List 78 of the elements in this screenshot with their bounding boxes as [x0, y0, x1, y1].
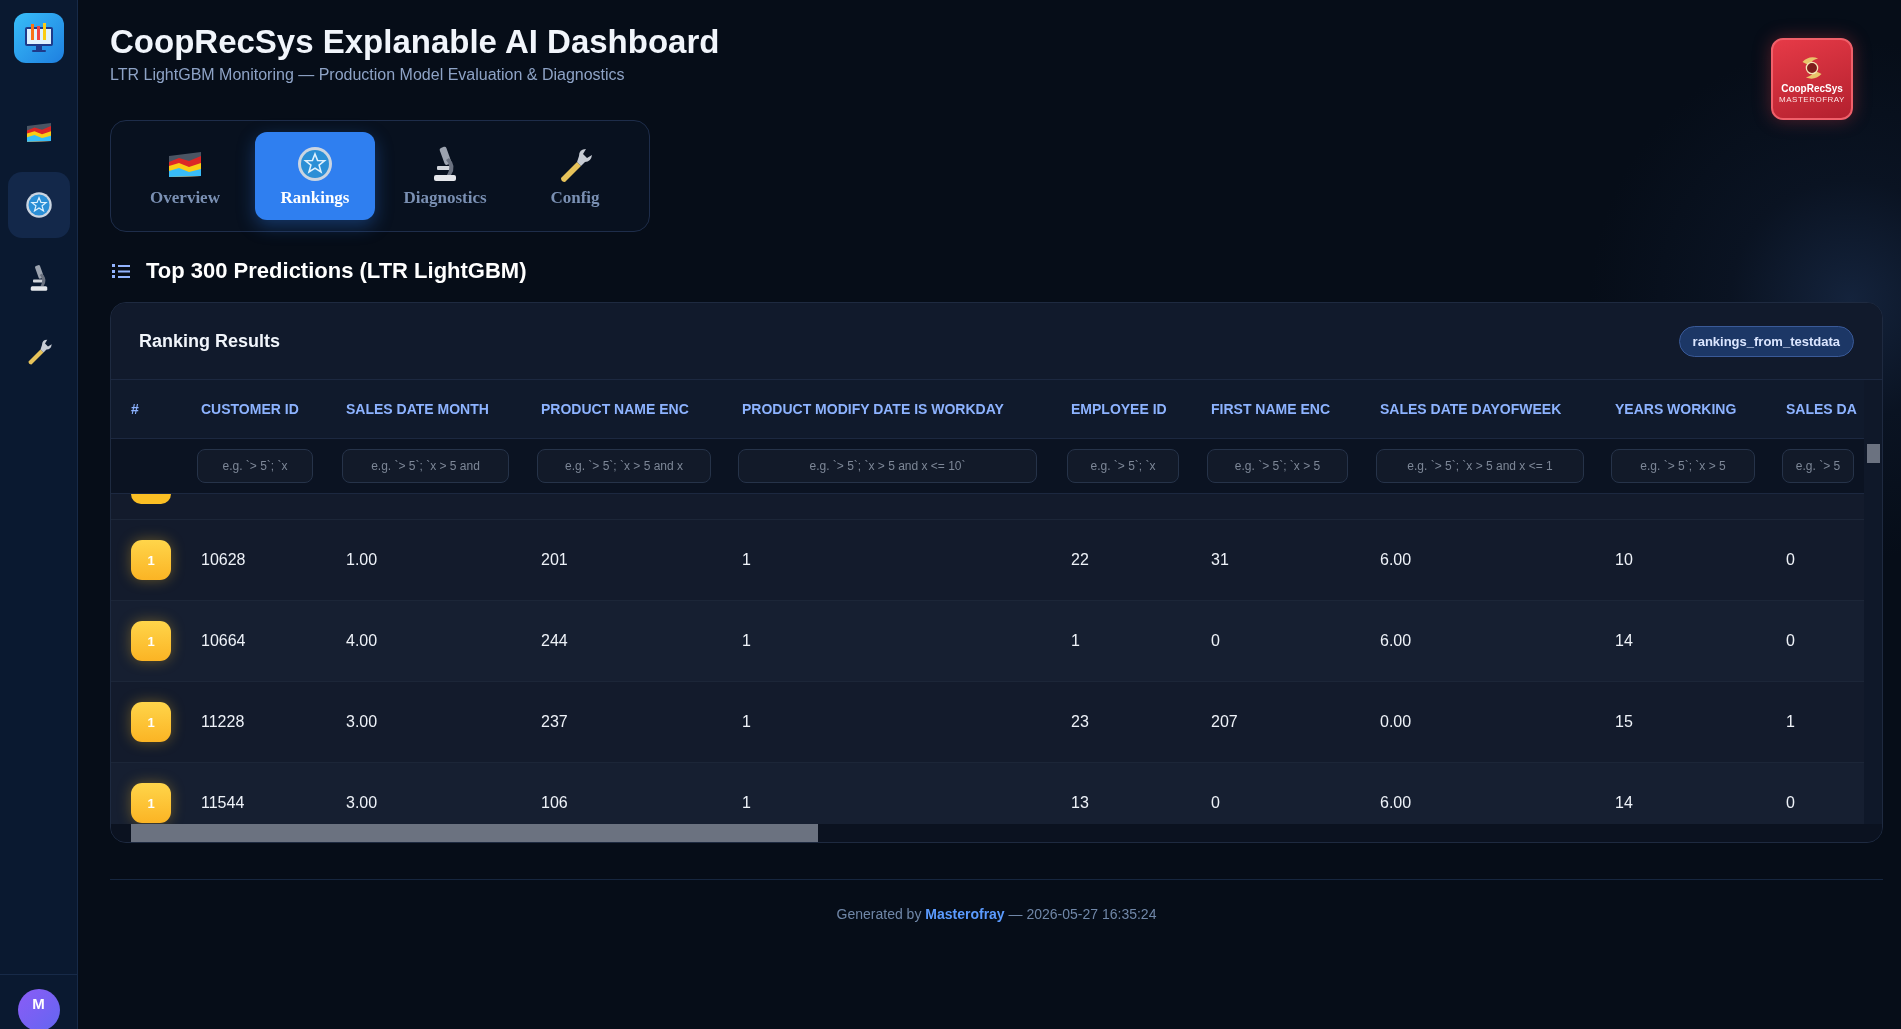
table-cell-text: 1.00: [346, 551, 379, 569]
table-cell-text: 1: [742, 713, 752, 731]
list-icon: [112, 263, 130, 279]
tab[interactable]: Diagnostics: [385, 132, 505, 220]
column-header[interactable]: SALES DA: [1786, 401, 1863, 417]
table-cell-text: 10628: [201, 551, 247, 569]
table-cell-text: 1: [1786, 713, 1796, 731]
rank-badge: 1: [131, 702, 171, 742]
horizontal-scrollbar[interactable]: [111, 824, 1882, 842]
column-header[interactable]: PRODUCT MODIFY DATE IS WORKDAY: [742, 401, 1071, 417]
source-badge: rankings_from_testdata: [1678, 325, 1854, 357]
table-cell-text: 237: [541, 713, 569, 731]
author-link[interactable]: Masterofray: [925, 906, 1005, 922]
table-cell-text: 3.00: [346, 794, 379, 812]
table-cell-text: 23: [1071, 713, 1090, 731]
column-header[interactable]: #: [131, 401, 201, 417]
table-cell-text: 3.00: [346, 713, 379, 731]
table-cell-text: 6.00: [1380, 551, 1413, 569]
table-cell-text: 1: [742, 551, 752, 569]
table-cell-text: 201: [541, 551, 569, 569]
filter-field[interactable]: e.g. `> 5`; `x > 5 and x: [537, 449, 711, 483]
rank-badge: 1: [131, 783, 171, 823]
rank-badge: 1: [131, 621, 171, 661]
table-cell-text: 31: [1211, 551, 1230, 569]
column-header[interactable]: FIRST NAME ENC: [1211, 401, 1380, 417]
filter-field[interactable]: e.g. `> 5: [1782, 449, 1854, 483]
table-cell-text: 1: [742, 794, 752, 812]
table-cell-text: 0: [1786, 632, 1796, 650]
table-cell-text: 4.00: [346, 632, 379, 650]
sidebar-item[interactable]: [7, 172, 70, 238]
tab[interactable]: Rankings: [255, 132, 375, 220]
table-cell-text: 10664: [201, 632, 247, 650]
app-logo[interactable]: [13, 13, 64, 63]
table-cell-text: 0: [1211, 632, 1221, 650]
table-cell-text: 14: [1615, 632, 1634, 650]
card-title: Ranking Results: [139, 330, 281, 352]
filter-field[interactable]: e.g. `> 5`; `x > 5 and x <= 10`: [738, 449, 1037, 483]
table-cell-text: 13: [1071, 794, 1090, 812]
filter-field[interactable]: e.g. `> 5`; `x > 5: [1611, 449, 1755, 483]
page-title: CoopRecSys Explanable AI Dashboard: [110, 22, 720, 62]
table-cell-text: 14: [1615, 794, 1634, 812]
column-header[interactable]: SALES DATE MONTH: [346, 401, 541, 417]
column-header[interactable]: SALES DATE DAYOFWEEK: [1380, 401, 1615, 417]
table-cell-text: 6.00: [1380, 794, 1413, 812]
table-cell-text: 0: [1786, 551, 1796, 569]
table-cell-text: 1: [742, 632, 752, 650]
table-cell-text: 0: [1211, 794, 1221, 812]
table-cell-text: 0.00: [1380, 713, 1413, 731]
column-header[interactable]: YEARS WORKING: [1615, 401, 1786, 417]
table-cell-text: 11228: [201, 713, 246, 731]
table-cell-text: 11544: [201, 794, 246, 812]
filter-field[interactable]: e.g. `> 5`; `x: [1067, 449, 1179, 483]
column-header[interactable]: CUSTOMER ID: [201, 401, 346, 417]
tab[interactable]: Config: [515, 132, 635, 220]
table-cell-text: 6.00: [1380, 632, 1413, 650]
section-title: Top 300 Predictions (LTR LightGBM): [146, 258, 527, 284]
rank-badge: [131, 494, 171, 504]
brand-name: CoopRecSys: [1781, 82, 1843, 94]
column-header[interactable]: EMPLOYEE ID: [1071, 401, 1211, 417]
table-cell-text: 10: [1615, 551, 1634, 569]
table-cell-text: 22: [1071, 551, 1090, 569]
brand-tagline: MASTEROFRAY: [1779, 94, 1845, 104]
filter-field[interactable]: e.g. `> 5`; `x > 5 and x <= 1: [1376, 449, 1584, 483]
page-subtitle: LTR LightGBM Monitoring — Production Model Evaluation & Diagnostics: [110, 66, 626, 84]
footer-text: Generated by Masterofray — 2026-05-27 16:35:24: [835, 906, 1158, 922]
table-cell-text: 106: [541, 794, 569, 812]
filter-field[interactable]: e.g. `> 5`; `x > 5: [1207, 449, 1348, 483]
table-cell-text: 1: [1071, 632, 1081, 650]
column-header[interactable]: PRODUCT NAME ENC: [541, 401, 742, 417]
table-cell-text: 207: [1211, 713, 1239, 731]
table-cell-text: 15: [1615, 713, 1634, 731]
rank-badge: 1: [131, 540, 171, 580]
filter-field[interactable]: e.g. `> 5`; `x > 5 and: [342, 449, 509, 483]
filter-field[interactable]: e.g. `> 5`; `x: [197, 449, 313, 483]
user-avatar[interactable]: M: [17, 989, 60, 1029]
table-cell-text: 244: [541, 632, 569, 650]
tab[interactable]: Overview: [125, 132, 245, 220]
table-cell-text: 0: [1786, 794, 1796, 812]
